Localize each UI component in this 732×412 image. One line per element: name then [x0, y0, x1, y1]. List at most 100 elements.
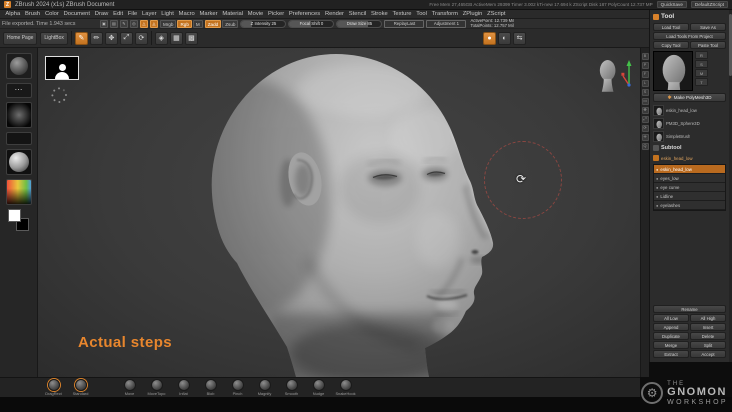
shelf-slider[interactable]: Z Intensity 25 — [240, 19, 287, 28]
subtool-list-item[interactable]: ● eyelashes — [654, 201, 725, 210]
subtool-list-item[interactable]: ● eyes_low — [654, 174, 725, 183]
menu-item[interactable]: Color — [43, 11, 62, 17]
brush-preset[interactable]: SnakeHook — [332, 379, 359, 396]
sculpt-mode-toggle[interactable]: Zadd — [204, 19, 222, 28]
home-page-button[interactable]: Home Page — [3, 31, 38, 45]
subtool-button[interactable]: All Low — [653, 314, 689, 322]
menu-item[interactable]: File — [125, 11, 139, 17]
menu-item[interactable]: Tool — [414, 11, 429, 17]
make-polymesh3d-button[interactable]: ✱ Make PolyMesh3D — [653, 93, 726, 102]
active-subtool-row[interactable]: eskin_head_low — [653, 154, 726, 162]
quicksketch-icon[interactable]: ✎ — [120, 19, 128, 28]
default-zscript-button[interactable]: DefaultZScript — [690, 1, 728, 8]
material-thumbnail[interactable] — [5, 149, 32, 175]
menu-item[interactable]: Material — [220, 11, 245, 17]
bpr-icon[interactable]: B — [641, 53, 649, 60]
menu-item[interactable]: Edit — [111, 11, 126, 17]
brush-preset[interactable]: Standard — [67, 379, 94, 396]
brush-preset[interactable]: Inflat — [170, 379, 197, 396]
subtool-list-item[interactable]: ● eye curve — [654, 183, 725, 192]
current-brush-thumbnail[interactable] — [5, 53, 32, 79]
subtool-button[interactable]: Rename — [653, 305, 726, 313]
record-timeline-icon[interactable]: ● — [483, 31, 496, 45]
alpha-thumbnail[interactable] — [5, 102, 32, 128]
visibility-eye-icon[interactable]: ● — [656, 167, 658, 172]
menu-item[interactable]: Stencil — [346, 11, 368, 17]
subtool-section-header[interactable]: Subtool — [653, 144, 726, 152]
subtool-button[interactable]: Merge — [653, 341, 689, 349]
subtool-button[interactable]: Split — [690, 341, 726, 349]
visibility-eye-icon[interactable]: ● — [656, 185, 658, 190]
brush-preset[interactable]: DragRect — [40, 379, 67, 396]
menu-item[interactable]: Macro — [176, 11, 197, 17]
brush-preset[interactable]: Smooth — [278, 379, 305, 396]
recent-tool-item[interactable]: SimpleBrush — [653, 130, 726, 142]
brush-preset[interactable]: Move — [116, 379, 143, 396]
move-icon[interactable]: ✥ — [641, 107, 649, 114]
frame-icon[interactable]: ▭ — [641, 98, 649, 105]
menu-item[interactable]: Brush — [23, 11, 43, 17]
document-preview-thumbnail[interactable] — [45, 56, 79, 80]
brush-preset[interactable]: Nudge — [305, 379, 332, 396]
subtool-button[interactable]: Delete — [690, 332, 726, 340]
recent-tool-item[interactable]: PM3D_Sphere3D — [653, 117, 726, 129]
shelf-slider[interactable]: Focal Shift 0 — [288, 19, 335, 28]
edit-icon[interactable]: ✎ — [74, 31, 88, 45]
visibility-eye-icon[interactable]: ● — [656, 203, 658, 208]
scroll-icon[interactable]: ✛ — [641, 134, 649, 141]
subtool-button[interactable]: Insert — [690, 323, 726, 331]
menu-item[interactable]: Texture — [390, 11, 414, 17]
menu-item[interactable]: Transform — [429, 11, 460, 17]
brush-preset[interactable]: MoveTopo — [143, 379, 170, 396]
projection-master-icon[interactable]: ▣ — [100, 19, 108, 28]
solo-icon[interactable]: ◐ — [498, 31, 511, 45]
tool-button[interactable]: Copy Tool — [653, 41, 689, 49]
paint-mode-toggle[interactable]: M — [192, 19, 203, 28]
persp-icon[interactable]: ◈ — [154, 31, 168, 45]
brush-preset[interactable]: Pinch — [224, 379, 251, 396]
menu-item[interactable]: Document — [61, 11, 92, 17]
texture-thumbnail[interactable] — [5, 132, 32, 145]
axis-gizmo-icon[interactable] — [620, 55, 638, 91]
t-button[interactable]: T — [695, 78, 708, 86]
lsym-icon[interactable]: S — [641, 89, 649, 96]
xpose-icon[interactable]: ⇆ — [513, 31, 526, 45]
r-button[interactable]: R — [695, 51, 708, 59]
active-tool-thumbnail[interactable] — [653, 51, 693, 91]
menu-item[interactable]: Alpha — [3, 11, 23, 17]
menu-item[interactable]: Movie — [245, 11, 265, 17]
draw-icon[interactable]: ✏ — [89, 31, 103, 45]
subtool-button[interactable]: Accept — [690, 350, 726, 358]
s-button[interactable]: S — [695, 60, 708, 68]
lightbox-mini-icon[interactable]: ▤ — [110, 19, 118, 28]
floor-icon[interactable]: F — [641, 71, 649, 78]
menu-item[interactable]: Draw — [92, 11, 110, 17]
document-canvas[interactable]: ⟳ Actual steps — [38, 48, 640, 377]
subtool-list-item[interactable]: ● Lidline — [654, 192, 725, 201]
tool-button[interactable]: Load Tool — [653, 23, 689, 31]
rotate-icon[interactable]: ⟳ — [641, 125, 649, 132]
menu-item[interactable]: Picker — [266, 11, 287, 17]
selector-box[interactable]: Adjustment 1 — [426, 19, 467, 28]
menu-item[interactable]: Render — [323, 11, 347, 17]
menu-item[interactable]: ZPlugin — [460, 11, 484, 17]
sculptris-pro-icon[interactable]: △ — [140, 19, 148, 28]
persp-icon[interactable]: P — [641, 62, 649, 69]
lightbox-button[interactable]: LightBox — [40, 31, 68, 45]
color-picker[interactable] — [5, 179, 32, 205]
sculpt-mode-toggle[interactable]: Zsub — [222, 19, 239, 28]
scale-icon[interactable]: ⤢ — [119, 31, 133, 45]
scale-icon[interactable]: ⤢ — [641, 116, 649, 123]
shelf-slider[interactable]: Draw Size 85 — [336, 19, 383, 28]
subtool-button[interactable]: Extract — [653, 350, 689, 358]
brush-preset[interactable]: Blob — [197, 379, 224, 396]
subtool-button[interactable]: All High — [690, 314, 726, 322]
camera-view-thumbnail[interactable] — [594, 58, 620, 92]
visibility-eye-icon[interactable]: ● — [656, 194, 658, 199]
polyframe-icon[interactable]: ▩ — [184, 31, 198, 45]
selector-box[interactable]: ReplayLast — [384, 19, 425, 28]
spotlight-icon[interactable]: ◎ — [130, 19, 138, 28]
brush-preset[interactable]: Magnify — [251, 379, 278, 396]
menu-item[interactable]: Light — [159, 11, 176, 17]
local-icon[interactable]: L — [641, 80, 649, 87]
